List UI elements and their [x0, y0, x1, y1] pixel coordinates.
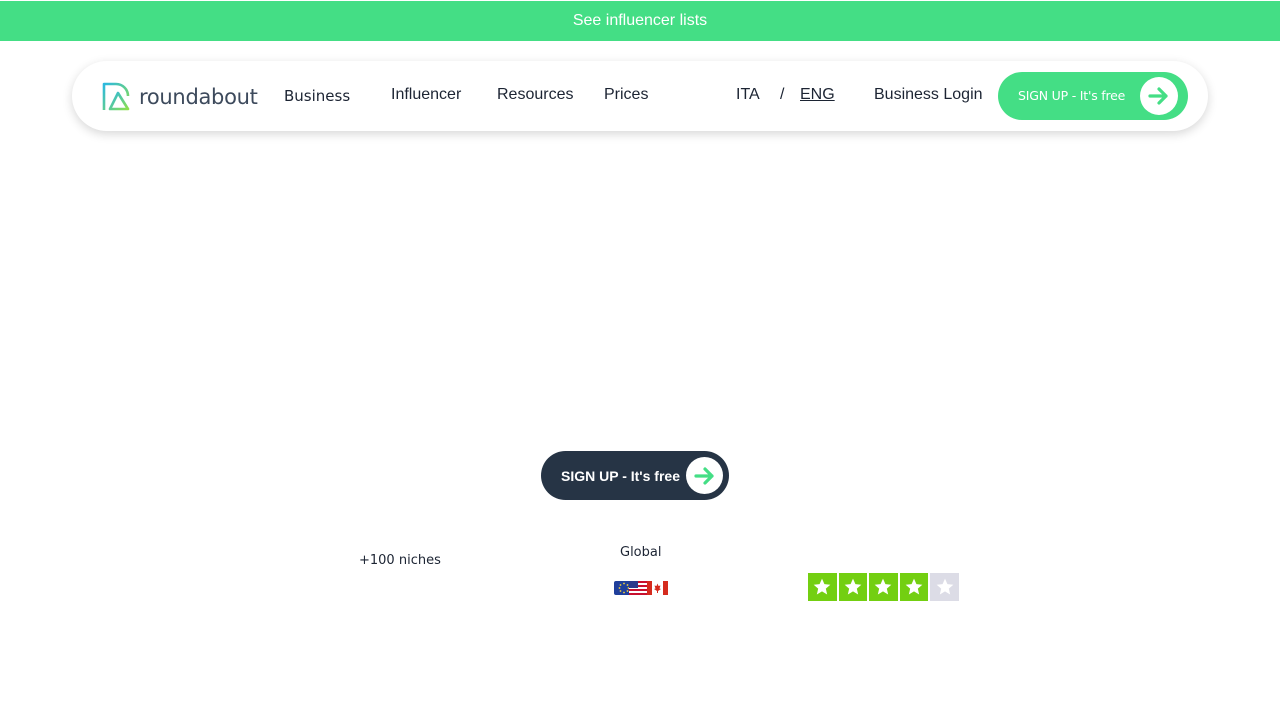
hero-signup-button[interactable]: SIGN UP - It's free	[541, 451, 729, 500]
lang-separator: /	[780, 86, 785, 103]
star-icon	[869, 573, 898, 601]
lang-eng-link[interactable]: ENG	[800, 86, 835, 104]
roundabout-logo-icon	[102, 82, 130, 111]
lang-ita-link[interactable]: ITA	[736, 86, 760, 104]
star-icon	[838, 573, 868, 601]
stat-niches: +100 niches	[359, 553, 441, 568]
top-banner-link[interactable]: See influencer lists	[573, 12, 707, 30]
nav-link-resources[interactable]: Resources	[497, 86, 573, 104]
stat-global: Global	[620, 545, 662, 560]
business-login-link[interactable]: Business Login	[874, 86, 983, 104]
flags	[614, 581, 668, 595]
nav-link-prices[interactable]: Prices	[604, 86, 648, 104]
top-banner[interactable]: See influencer lists	[0, 1, 1280, 41]
nav-link-business[interactable]: Business	[284, 87, 350, 105]
arrow-right-icon	[1140, 77, 1178, 115]
navbar: roundabout Business Influencer Resources…	[72, 61, 1208, 131]
rating-stars	[808, 573, 959, 601]
logo-text: roundabout	[139, 85, 258, 109]
canada-flag-icon	[647, 581, 668, 595]
arrow-right-icon	[686, 457, 723, 494]
logo[interactable]: roundabout	[102, 82, 258, 112]
star-icon	[808, 573, 837, 601]
star-icon	[899, 573, 929, 601]
us-flag-icon	[629, 581, 649, 595]
hero-signup-label: SIGN UP - It's free	[561, 468, 680, 484]
nav-signup-label: SIGN UP - It's free	[1018, 88, 1126, 103]
nav-signup-button[interactable]: SIGN UP - It's free	[998, 72, 1188, 120]
nav-link-influencer[interactable]: Influencer	[391, 86, 461, 104]
star-icon	[930, 573, 959, 601]
